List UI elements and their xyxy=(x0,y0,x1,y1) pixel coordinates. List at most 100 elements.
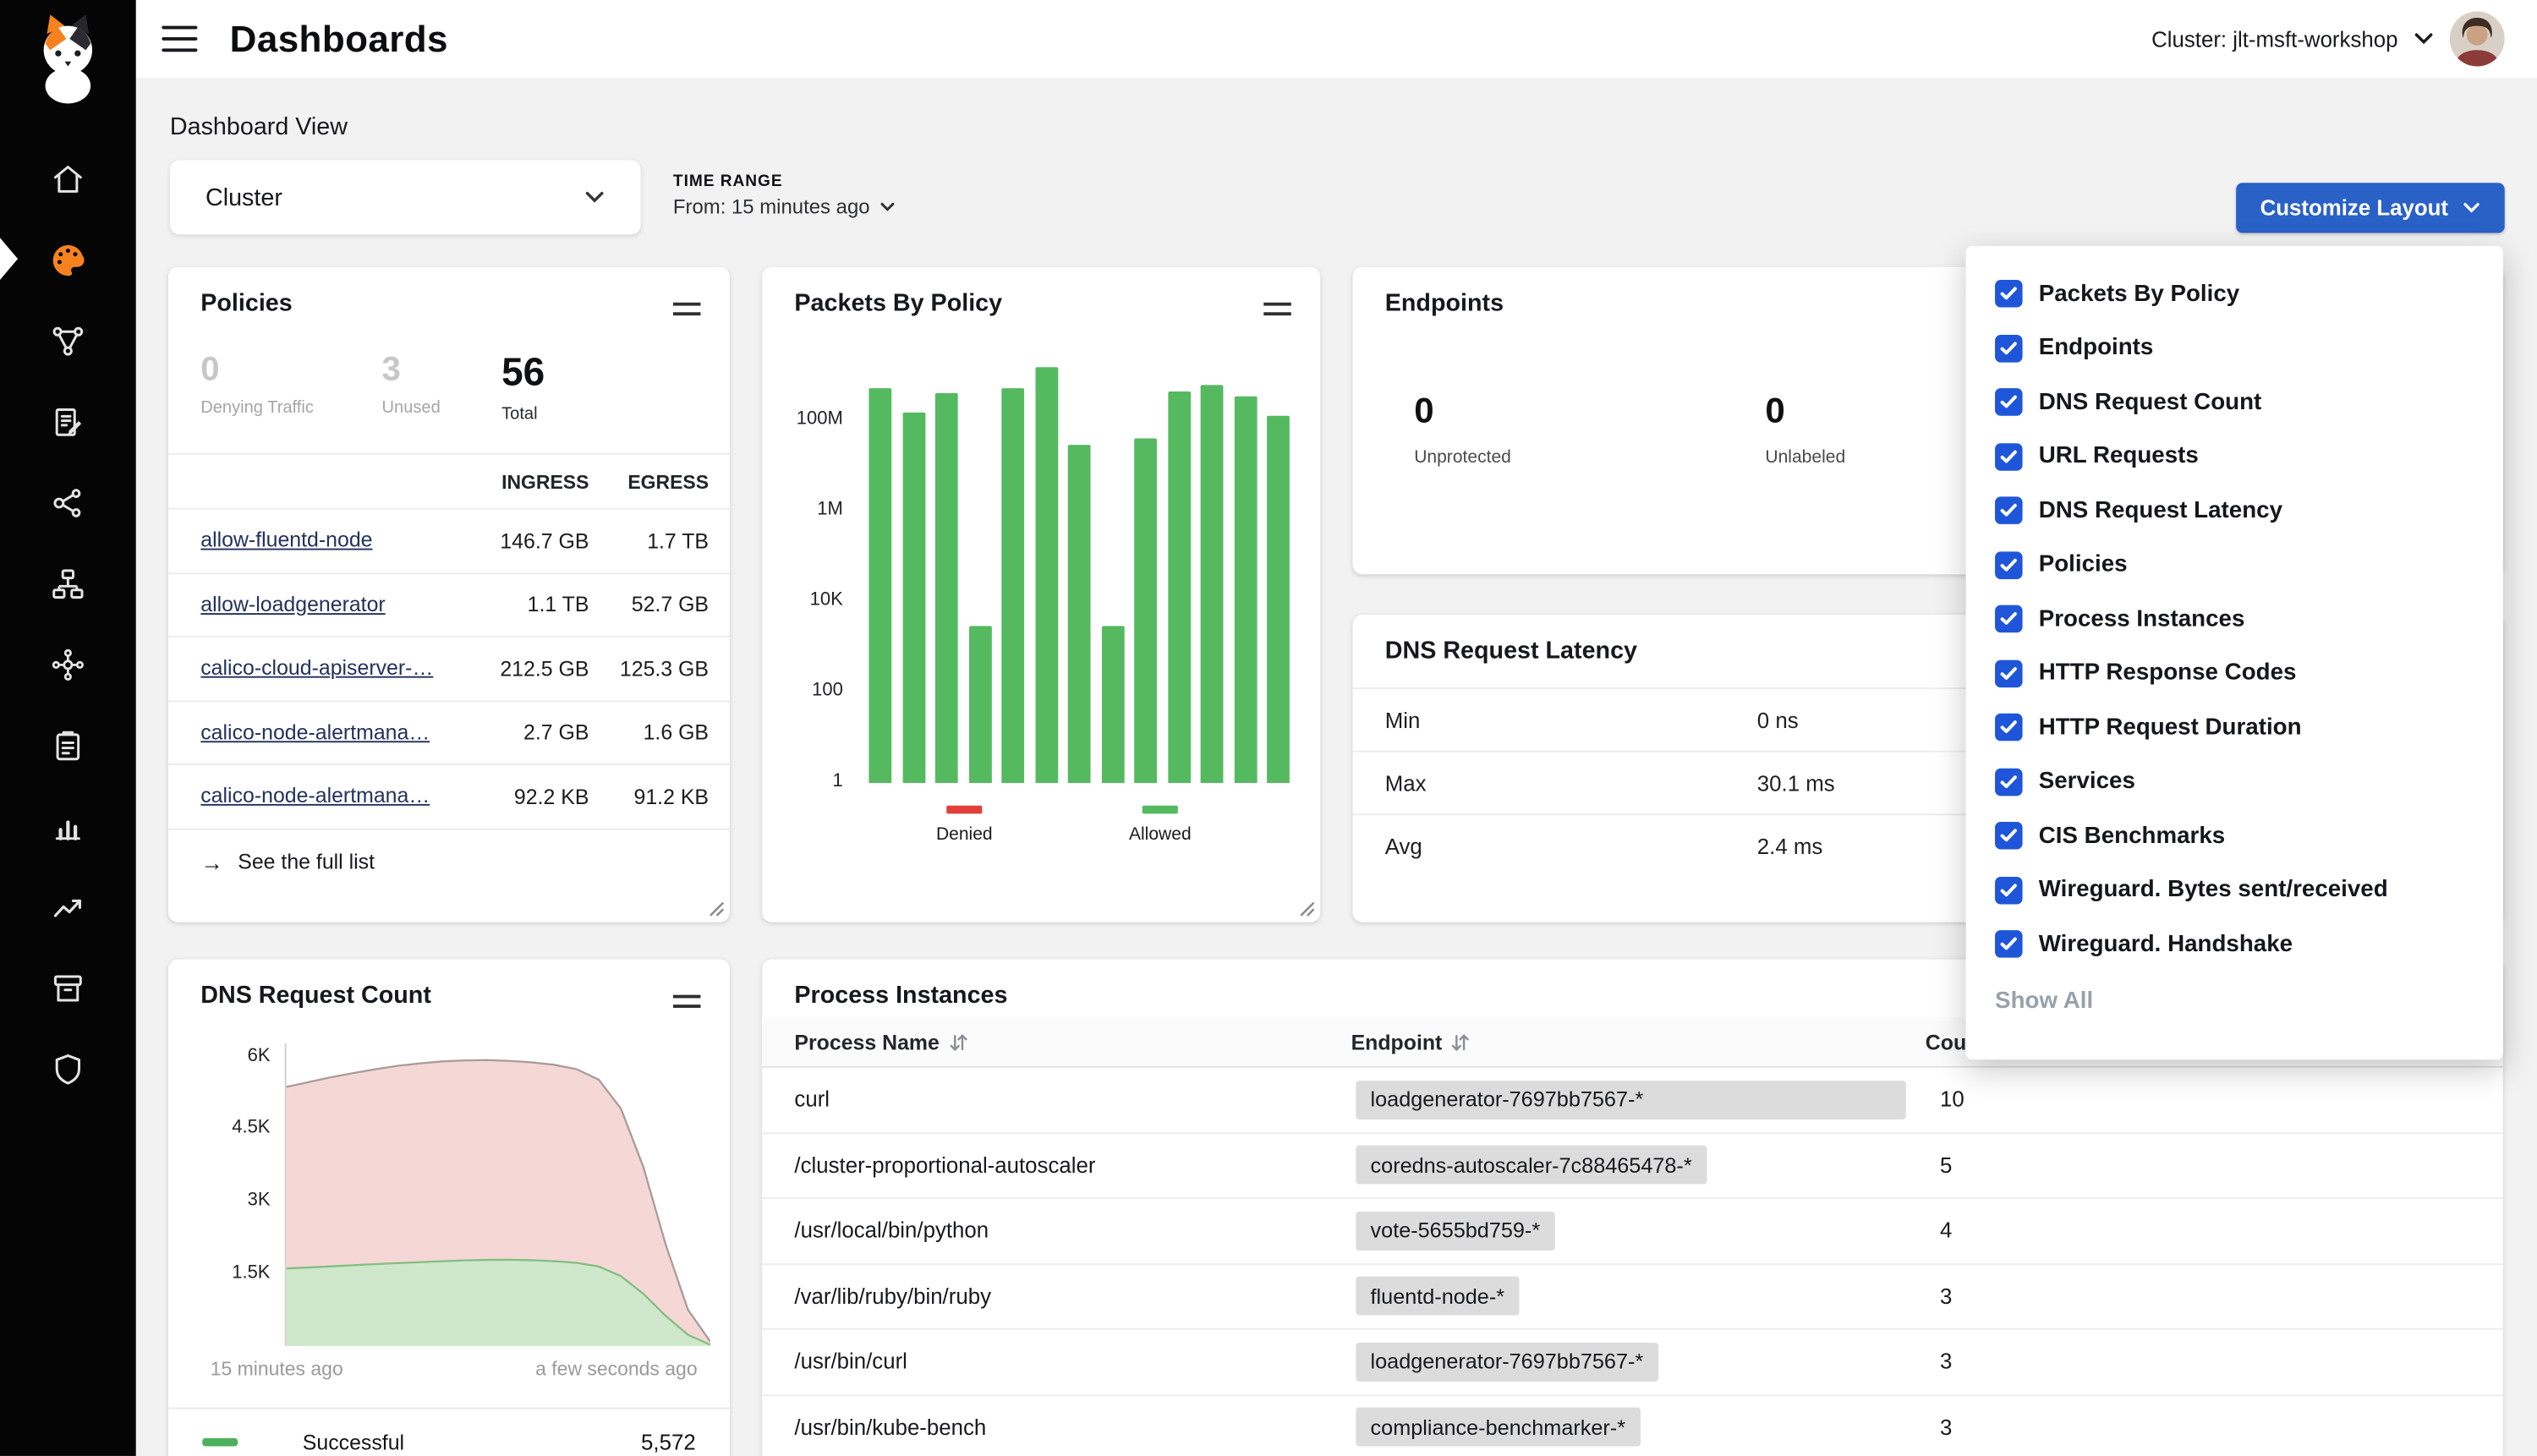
process-name-column-header[interactable]: Process Name xyxy=(794,1030,967,1054)
hamburger-menu-icon[interactable] xyxy=(162,25,197,52)
customize-menu-item[interactable]: HTTP Request Duration xyxy=(1966,700,2503,754)
legend-label: Allowed xyxy=(1129,825,1192,845)
chevron-down-icon[interactable] xyxy=(2414,32,2434,45)
customize-menu-item[interactable]: CIS Benchmarks xyxy=(1966,809,2503,863)
customize-menu-item[interactable]: Policies xyxy=(1966,538,2503,592)
endpoint-pill[interactable]: loadgenerator-7697bb7567-* xyxy=(1356,1081,1906,1119)
sort-icon xyxy=(1452,1033,1470,1051)
customize-menu-item[interactable]: Wireguard. Bytes sent/received xyxy=(1966,863,2503,917)
dashboard-view-value: Cluster xyxy=(205,183,282,211)
policies-card: Policies 0 Denying Traffic 3 Unused 56 T… xyxy=(168,267,730,922)
card-title: Policies xyxy=(200,289,292,317)
clipboard-icon[interactable] xyxy=(0,705,136,786)
endpoint-pill[interactable]: fluentd-node-* xyxy=(1356,1277,1519,1316)
process-row: /usr/bin/kube-benchcompliance-benchmarke… xyxy=(762,1395,2503,1456)
molecule-icon[interactable] xyxy=(0,463,136,544)
checkbox-checked-icon[interactable] xyxy=(1995,551,2023,579)
customize-menu-item[interactable]: Packets By Policy xyxy=(1966,267,2503,321)
customize-menu-item[interactable]: Endpoints xyxy=(1966,321,2503,375)
checkbox-checked-icon[interactable] xyxy=(1995,605,2023,633)
customize-menu-item[interactable]: HTTP Response Codes xyxy=(1966,646,2503,700)
time-range-control: TIME RANGE From: 15 minutes ago xyxy=(673,173,894,219)
customize-menu-item[interactable]: Process Instances xyxy=(1966,592,2503,646)
customize-menu-list: Packets By Policy Endpoints DNS Request Co… xyxy=(1966,267,2503,972)
policy-name-link[interactable]: calico-cloud-apiserver-… xyxy=(200,655,433,680)
policy-name-link[interactable]: calico-node-alertmana… xyxy=(200,784,430,808)
sort-icon xyxy=(949,1033,967,1051)
resize-handle[interactable] xyxy=(1299,901,1315,917)
y-axis-tick-label: 100M xyxy=(762,408,843,432)
policy-name-link[interactable]: allow-fluentd-node xyxy=(200,528,372,552)
org-chart-icon[interactable] xyxy=(0,544,136,625)
legend-row: Successful5,572 xyxy=(168,1408,730,1456)
legend-item: Allowed xyxy=(1123,806,1197,845)
customize-layout-button[interactable]: Customize Layout xyxy=(2236,183,2505,233)
trend-arrow-icon[interactable] xyxy=(0,868,136,949)
time-range-value[interactable]: From: 15 minutes ago xyxy=(673,196,894,219)
ingress-column-header[interactable]: INGRESS xyxy=(459,470,589,493)
calico-cat-logo[interactable] xyxy=(28,13,109,107)
checkbox-checked-icon[interactable] xyxy=(1995,931,2023,959)
card-title: DNS Request Latency xyxy=(1385,638,1637,665)
active-nav-wedge xyxy=(0,238,18,280)
checkbox-checked-icon[interactable] xyxy=(1995,443,2023,471)
customize-menu-item-label: Process Instances xyxy=(2039,606,2245,632)
cluster-selector[interactable]: Cluster: jlt-msft-workshop xyxy=(2151,27,2397,52)
checkbox-checked-icon[interactable] xyxy=(1995,389,2023,417)
stat-unused[interactable]: 3 Unused xyxy=(382,351,441,417)
packet-bar xyxy=(1068,444,1091,783)
policy-name-link[interactable]: calico-node-alertmana… xyxy=(200,720,430,744)
checkbox-checked-icon[interactable] xyxy=(1995,660,2023,687)
packet-bar xyxy=(1134,439,1157,783)
shield-icon[interactable] xyxy=(0,1029,136,1110)
stat-denying-traffic[interactable]: 0 Denying Traffic xyxy=(200,351,314,417)
checkbox-checked-icon[interactable] xyxy=(1995,714,2023,742)
palette-icon[interactable] xyxy=(0,220,136,301)
graph-nodes-icon[interactable] xyxy=(0,301,136,382)
stat-unprotected[interactable]: 0 Unprotected xyxy=(1414,390,1511,468)
drag-handle-icon[interactable] xyxy=(673,988,701,1008)
endpoint-pill[interactable]: vote-5655bd759-* xyxy=(1356,1212,1554,1251)
dns-x-label-end: a few seconds ago xyxy=(535,1357,697,1380)
process-count-cell: 4 xyxy=(1926,1218,2503,1243)
stat-total[interactable]: 56 Total xyxy=(501,351,545,424)
process-count-cell: 3 xyxy=(1926,1349,2503,1374)
home-icon[interactable] xyxy=(0,140,136,221)
drag-handle-icon[interactable] xyxy=(673,296,701,315)
stat-unlabeled[interactable]: 0 Unlabeled xyxy=(1765,390,1845,468)
legend-label: Successful xyxy=(303,1430,404,1454)
customize-menu-item[interactable]: Services xyxy=(1966,755,2503,809)
customize-menu-item-label: Services xyxy=(2039,769,2135,795)
checkbox-checked-icon[interactable] xyxy=(1995,335,2023,363)
y-axis-tick-label: 6K xyxy=(168,1044,271,1067)
process-name-cell: /usr/bin/kube-bench xyxy=(762,1415,1351,1440)
checkbox-checked-icon[interactable] xyxy=(1995,497,2023,525)
hub-icon[interactable] xyxy=(0,625,136,706)
customize-menu-item-label: Endpoints xyxy=(2039,336,2154,362)
endpoint-pill[interactable]: coredns-autoscaler-7c88465478-* xyxy=(1356,1146,1707,1185)
checkbox-checked-icon[interactable] xyxy=(1995,768,2023,796)
checkbox-checked-icon[interactable] xyxy=(1995,280,2023,308)
customize-layout-menu: Packets By Policy Endpoints DNS Request Co… xyxy=(1966,246,2503,1059)
dashboard-view-select[interactable]: Cluster xyxy=(170,160,641,234)
bar-chart-icon[interactable] xyxy=(0,786,136,868)
policy-name-link[interactable]: allow-loadgenerator xyxy=(200,592,385,616)
customize-menu-item[interactable]: Wireguard. Handshake xyxy=(1966,917,2503,972)
customize-menu-item[interactable]: DNS Request Count xyxy=(1966,375,2503,430)
customize-menu-item[interactable]: DNS Request Latency xyxy=(1966,484,2503,538)
endpoint-pill[interactable]: compliance-benchmarker-* xyxy=(1356,1408,1640,1447)
checkbox-checked-icon[interactable] xyxy=(1995,877,2023,905)
egress-column-header[interactable]: EGRESS xyxy=(589,470,709,493)
archive-box-icon[interactable] xyxy=(0,948,136,1029)
drag-handle-icon[interactable] xyxy=(1263,296,1291,315)
endpoint-column-header[interactable]: Endpoint xyxy=(1351,1030,1470,1054)
checkbox-checked-icon[interactable] xyxy=(1995,822,2023,850)
card-title: Endpoints xyxy=(1385,289,1504,317)
endpoint-pill[interactable]: loadgenerator-7697bb7567-* xyxy=(1356,1343,1658,1382)
resize-handle[interactable] xyxy=(709,901,725,917)
show-all-link[interactable]: Show All xyxy=(1995,988,2093,1015)
see-full-list-link[interactable]: → See the full list xyxy=(168,829,730,894)
user-avatar[interactable] xyxy=(2450,11,2505,66)
customize-menu-item[interactable]: URL Requests xyxy=(1966,430,2503,484)
policy-edit-icon[interactable] xyxy=(0,382,136,463)
